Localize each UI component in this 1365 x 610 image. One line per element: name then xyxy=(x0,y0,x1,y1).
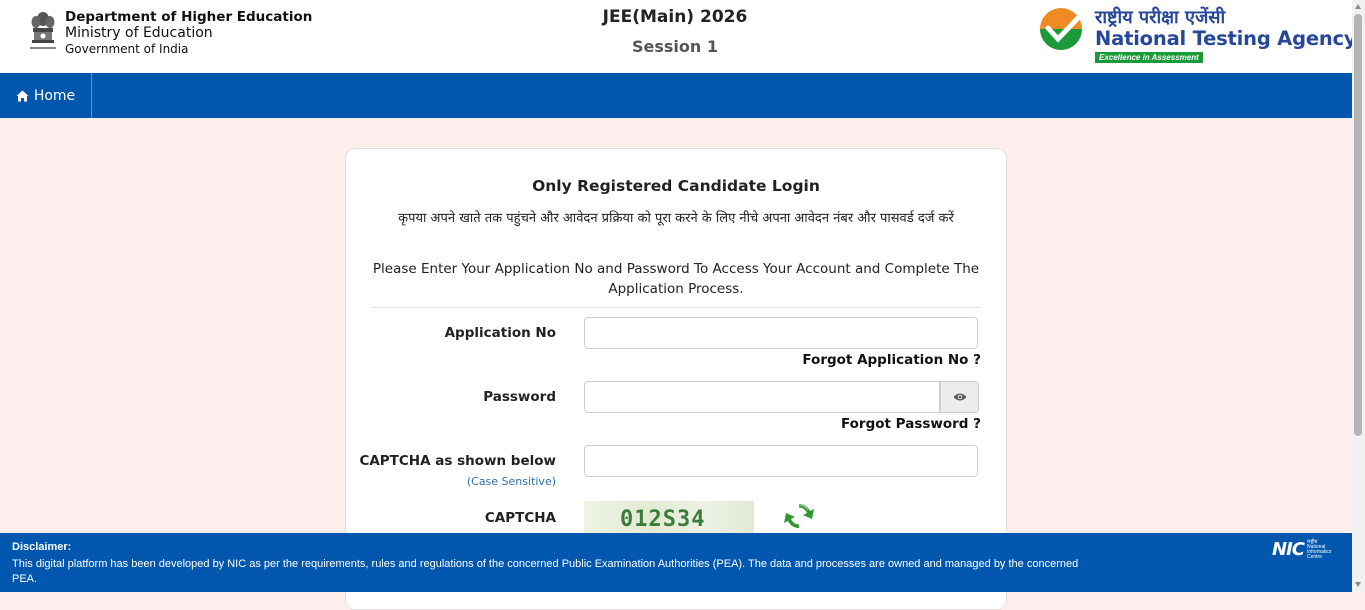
password-input[interactable] xyxy=(584,381,940,413)
nic-logo-text: NIC xyxy=(1272,539,1305,560)
home-icon xyxy=(16,90,29,101)
top-header: Department of Higher Education Ministry … xyxy=(0,0,1357,73)
disclaimer-text: This digital platform has been developed… xyxy=(12,558,1079,585)
hindi-instruction: कृपया अपने खाते तक पहुंचने और आवेदन प्रक… xyxy=(398,211,954,226)
page-scrollbar[interactable] xyxy=(1352,0,1365,592)
nav-home-label: Home xyxy=(33,87,76,104)
refresh-captcha-icon[interactable] xyxy=(783,500,815,532)
nta-hindi-name: राष्ट्रीय परीक्षा एजेंसी xyxy=(1095,7,1226,28)
application-no-input[interactable] xyxy=(584,317,978,349)
national-emblem-icon xyxy=(30,12,56,49)
nta-tagline: Excellence in Assessment xyxy=(1095,52,1203,63)
exam-session: Session 1 xyxy=(632,37,718,56)
footer-disclaimer: Disclaimer: This digital platform has be… xyxy=(0,533,1352,592)
government-name: Government of India xyxy=(65,42,189,56)
english-instruction: Please Enter Your Application No and Pas… xyxy=(372,261,980,297)
disclaimer-title: Disclaimer: xyxy=(12,541,72,553)
exam-title: JEE(Main) 2026 xyxy=(602,7,748,27)
nic-logo: NIC राष्ट्रीय National Informatics Centr… xyxy=(1272,539,1331,560)
nic-logo-subtext: राष्ट्रीय National Informatics Centre xyxy=(1306,538,1332,560)
application-no-label: Application No xyxy=(444,325,556,341)
main-navbar: Home xyxy=(0,73,1352,118)
captcha-image: 012S34 xyxy=(584,501,754,537)
ministry-name: Ministry of Education xyxy=(65,25,213,41)
nav-home-link[interactable]: Home xyxy=(0,73,92,118)
login-title: Only Registered Candidate Login xyxy=(532,177,820,195)
department-branding: Department of Higher Education Ministry … xyxy=(27,9,312,57)
scrollbar-thumb[interactable] xyxy=(1354,14,1362,436)
forgot-password-link[interactable]: Forgot Password ? xyxy=(841,416,981,432)
captcha-case-note: (Case Sensitive) xyxy=(466,475,556,488)
nta-logo-icon xyxy=(1040,8,1082,50)
nta-name: National Testing Agency xyxy=(1095,27,1357,50)
eye-icon xyxy=(953,393,966,401)
scroll-down-arrow-icon[interactable] xyxy=(1355,582,1361,587)
forgot-application-no-link[interactable]: Forgot Application No ? xyxy=(802,352,981,368)
captcha-label: CAPTCHA xyxy=(484,510,556,526)
divider xyxy=(371,307,981,308)
password-label: Password xyxy=(483,389,556,405)
captcha-input[interactable] xyxy=(584,445,978,477)
nta-branding: राष्ट्रीय परीक्षा एजेंसी National Testin… xyxy=(1038,5,1357,65)
captcha-input-label: CAPTCHA as shown below xyxy=(359,453,556,469)
scroll-up-arrow-icon[interactable] xyxy=(1355,4,1361,9)
toggle-password-visibility-button[interactable] xyxy=(940,381,979,413)
captcha-text: 012S34 xyxy=(620,507,706,532)
department-name: Department of Higher Education xyxy=(65,9,313,25)
